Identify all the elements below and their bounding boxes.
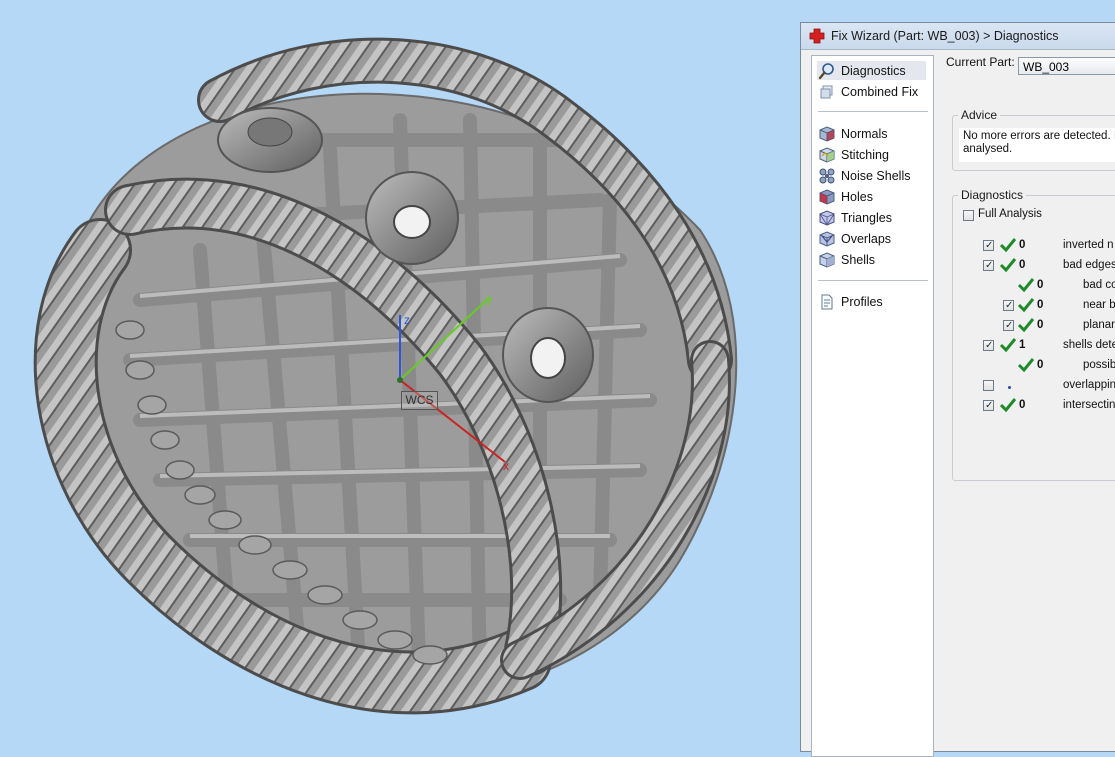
window-title: Fix Wizard (Part: WB_003) > Diagnostics — [831, 29, 1059, 43]
nav-item-holes[interactable]: Holes — [818, 187, 873, 206]
full-analysis-label: Full Analysis — [978, 208, 1042, 220]
diagnostics-group-title: Diagnostics — [958, 188, 1027, 202]
x-axis-label: x — [503, 459, 509, 473]
normals-cube-icon — [819, 125, 835, 142]
diag-row-count: 0 — [1019, 259, 1026, 271]
z-axis-label: z — [404, 313, 410, 327]
diag-row-count: 1 — [1019, 339, 1026, 351]
nav-separator — [818, 280, 928, 281]
green-check-icon — [999, 398, 1017, 413]
green-check-icon — [1017, 298, 1035, 313]
diag-row-label: shells dete — [1063, 339, 1115, 351]
diag-row-count: 0 — [1019, 239, 1026, 251]
diag-row-checkbox[interactable]: ✓ — [983, 260, 994, 271]
full-analysis-checkbox[interactable] — [963, 210, 974, 221]
magnifier-icon — [818, 62, 834, 79]
nav-separator — [818, 111, 928, 112]
green-check-icon — [1017, 318, 1035, 333]
shells-cube-icon — [819, 251, 835, 268]
nav-item-label: Shells — [841, 252, 876, 267]
noise-shells-icon — [819, 168, 835, 183]
nav-item-label: Triangles — [841, 210, 892, 225]
diagnostics-group: Diagnostics Full Analysis ✓ 0 inverted n… — [952, 188, 1115, 481]
diag-row-checkbox[interactable] — [983, 380, 994, 391]
red-cross-icon — [809, 28, 825, 44]
advice-text: No more errors are detected. It analysed… — [959, 128, 1115, 162]
advice-group-title: Advice — [958, 108, 1001, 122]
nav-item-label: Profiles — [841, 294, 883, 309]
diag-row-checkbox[interactable]: ✓ — [983, 400, 994, 411]
diag-row-label: bad co — [1083, 279, 1115, 291]
nav-item-label: Holes — [841, 189, 873, 204]
diag-row-checkbox[interactable]: ✓ — [1003, 300, 1014, 311]
wizard-content-pane: Current Part: WB_003 Advice No more erro… — [941, 49, 1115, 749]
green-check-icon — [1017, 278, 1035, 293]
diag-row-checkbox[interactable]: ✓ — [983, 340, 994, 351]
diag-row-label: possib — [1083, 359, 1115, 371]
gem-setting-2 — [365, 171, 459, 265]
diag-row-checkbox[interactable]: ✓ — [983, 240, 994, 251]
diag-row-count: 0 — [1037, 319, 1044, 331]
3d-viewport[interactable]: z y x WCS — [0, 0, 800, 738]
pending-dot-icon — [1008, 386, 1011, 389]
diag-row-label: inverted n — [1063, 239, 1114, 251]
fix-wizard-window: Fix Wizard (Part: WB_003) > Diagnostics … — [800, 22, 1115, 757]
diag-row-checkbox[interactable]: ✓ — [1003, 320, 1014, 331]
nav-item-normals[interactable]: Normals — [818, 124, 888, 143]
green-check-icon — [999, 258, 1017, 273]
current-part-select[interactable]: WB_003 — [1018, 57, 1115, 75]
advice-group: Advice No more errors are detected. It a… — [952, 108, 1115, 171]
nav-item-diagnostics[interactable]: Diagnostics — [817, 61, 926, 80]
nav-item-triangles[interactable]: Triangles — [818, 208, 892, 227]
document-icon — [821, 294, 833, 309]
green-check-icon — [999, 238, 1017, 253]
diag-row-label: intersectin — [1063, 399, 1115, 411]
current-part-label: Current Part: — [946, 55, 1015, 69]
nav-item-stitching[interactable]: Stitching — [818, 145, 889, 164]
diag-row-label: overlappin — [1063, 379, 1115, 391]
nav-item-label: Stitching — [841, 147, 889, 162]
nav-item-label: Overlaps — [841, 231, 892, 246]
diag-row-count: 0 — [1037, 279, 1044, 291]
nav-item-label: Normals — [841, 126, 888, 141]
window-titlebar[interactable]: Fix Wizard (Part: WB_003) > Diagnostics — [801, 23, 1115, 50]
y-axis-label: y — [486, 293, 492, 307]
nav-item-label: Combined Fix — [841, 84, 919, 99]
wizard-nav-pane: Diagnostics Combined Fix Normals Stitchi… — [811, 55, 934, 757]
overlaps-cube-icon — [819, 230, 835, 247]
nav-item-overlaps[interactable]: Overlaps — [818, 229, 891, 248]
cube-stack-icon — [820, 85, 833, 98]
green-check-icon — [1017, 358, 1035, 373]
diag-row-label: planar — [1083, 319, 1115, 331]
stitching-cube-icon — [819, 146, 835, 163]
holes-cube-icon — [819, 188, 835, 205]
nav-item-shells[interactable]: Shells — [818, 250, 875, 269]
nav-item-noise-shells[interactable]: Noise Shells — [818, 166, 910, 185]
diag-row-count: 0 — [1037, 299, 1044, 311]
diag-row-count: 0 — [1037, 359, 1044, 371]
wcs-origin-label: WCS — [401, 391, 438, 410]
nav-item-combined-fix[interactable]: Combined Fix — [818, 82, 918, 101]
triangles-cube-icon — [819, 209, 835, 226]
diag-row-count: 0 — [1019, 399, 1026, 411]
gem-setting-1 — [217, 107, 323, 173]
ring-model-render: z y x — [33, 37, 738, 715]
nav-item-profiles[interactable]: Profiles — [818, 292, 883, 311]
green-check-icon — [999, 338, 1017, 353]
nav-item-label: Diagnostics — [841, 63, 906, 78]
diag-row-label: near b — [1083, 299, 1115, 311]
nav-item-label: Noise Shells — [841, 168, 911, 183]
gem-setting-3 — [502, 307, 594, 403]
diag-row-label: bad edges — [1063, 259, 1115, 271]
